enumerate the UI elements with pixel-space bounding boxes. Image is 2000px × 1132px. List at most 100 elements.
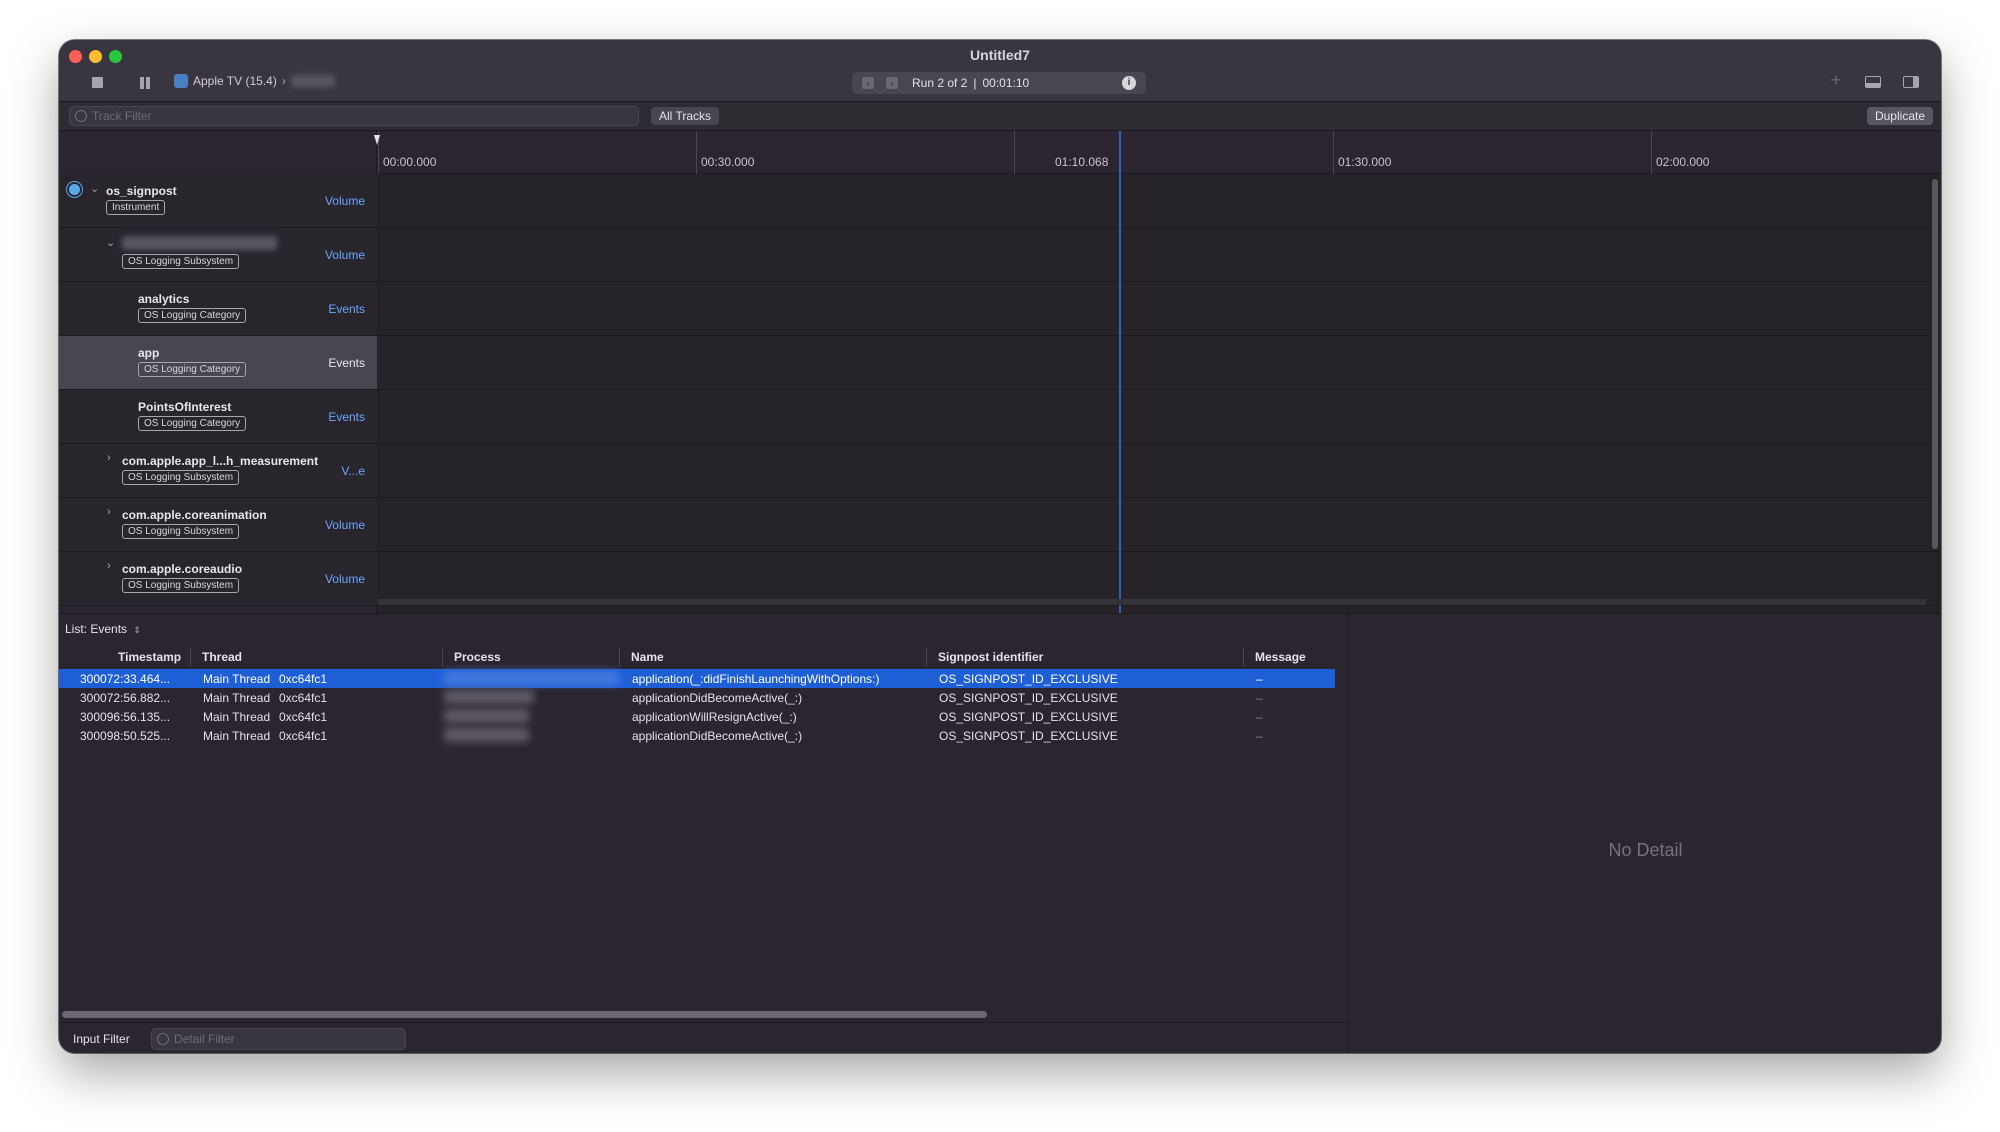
filter-bar: Track Filter All Tracks Duplicate: [59, 102, 1941, 131]
track-label: ⌄ os_signpost Instrument Volume: [59, 174, 377, 227]
chevron-right-icon[interactable]: ›: [107, 506, 111, 518]
track-lane[interactable]: [378, 282, 1926, 335]
table-row[interactable]: 300072:56.882... Main Thread 0xc64fc1 ap…: [59, 688, 1335, 707]
column-divider[interactable]: [1243, 648, 1244, 666]
track-kind[interactable]: Volume: [325, 194, 365, 208]
detail-filter-placeholder: Detail Filter: [174, 1032, 235, 1046]
track-tag: OS Logging Category: [138, 308, 247, 323]
next-run-icon[interactable]: ›: [886, 77, 898, 89]
column-divider[interactable]: [926, 648, 927, 666]
cell-signpost-id: OS_SIGNPOST_ID_EXCLUSIVE: [939, 729, 1118, 743]
stop-icon[interactable]: [92, 77, 103, 88]
time-ruler[interactable]: 00:00.000 00:30.000 01:10.068 01:30.000 …: [378, 131, 1941, 174]
plus-icon[interactable]: +: [1830, 70, 1841, 91]
track-label: › com.apple.coreaudio OS Logging Subsyst…: [59, 552, 377, 605]
device-selector[interactable]: Apple TV (15.4) ›: [174, 74, 335, 88]
track-row-analytics[interactable]: analytics OS Logging Category Events: [59, 282, 1941, 336]
events-table: 300072:33.464... Main Thread 0xc64fc1 ap…: [59, 669, 1335, 987]
tick-label: 02:00.000: [1656, 155, 1710, 169]
column-divider[interactable]: [442, 648, 443, 666]
track-lane[interactable]: [378, 174, 1926, 227]
cell-name: application(_:didFinishLaunchingWithOpti…: [632, 672, 880, 686]
blurred-target: [290, 75, 335, 87]
run-label: Run 2 of 2: [912, 76, 968, 90]
track-kind[interactable]: Volume: [325, 248, 365, 262]
no-detail-label: No Detail: [1608, 840, 1683, 860]
all-tracks-button[interactable]: All Tracks: [651, 107, 720, 125]
cell-thread-id: 0xc64fc1: [279, 729, 328, 743]
ruler-tick: 01:30.000: [1333, 131, 1391, 174]
cell-message: –: [1256, 691, 1263, 705]
track-row-coreanimation[interactable]: › com.apple.coreanimation OS Logging Sub…: [59, 498, 1941, 552]
track-lane[interactable]: [378, 228, 1926, 281]
track-lane[interactable]: [378, 390, 1926, 443]
table-row[interactable]: 300098:50.525... Main Thread 0xc64fc1 ap…: [59, 726, 1335, 745]
table-row[interactable]: 300096:56.135... Main Thread 0xc64fc1 ap…: [59, 707, 1335, 726]
track-tag: OS Logging Category: [138, 416, 247, 431]
duplicate-button[interactable]: Duplicate: [1866, 107, 1933, 125]
window-title: Untitled7: [970, 47, 1030, 63]
column-thread[interactable]: Thread: [202, 650, 242, 664]
appletv-icon: [174, 74, 188, 88]
column-message[interactable]: Message: [1255, 650, 1306, 664]
timeline-vertical-scrollbar[interactable]: [1932, 179, 1938, 549]
table-row[interactable]: 300072:33.464... Main Thread 0xc64fc1 ap…: [59, 669, 1335, 688]
timeline-horizontal-scrollbar[interactable]: [378, 599, 1926, 605]
track-kind[interactable]: V...e: [341, 464, 365, 478]
ruler-tick: 01:10.068: [1014, 131, 1108, 174]
run-selector[interactable]: ‹ › Run 2 of 2 | 00:01:10 i: [852, 72, 1146, 94]
column-divider[interactable]: [619, 648, 620, 666]
track-kind[interactable]: Events: [328, 302, 365, 316]
track-row-app-launch-measurement[interactable]: › com.apple.app_l...h_measurement OS Log…: [59, 444, 1941, 498]
track-kind[interactable]: Volume: [325, 572, 365, 586]
os-signpost-icon: [67, 182, 82, 197]
inspection-cursor[interactable]: [1119, 131, 1121, 613]
cell-timestamp: 300072:33.464...: [80, 672, 171, 686]
track-row-points-of-interest[interactable]: PointsOfInterest OS Logging Category Eve…: [59, 390, 1941, 444]
track-row-subsystem[interactable]: ⌄ OS Logging Subsystem Volume: [59, 228, 1941, 282]
column-timestamp[interactable]: Timestamp: [118, 650, 181, 664]
column-process[interactable]: Process: [454, 650, 501, 664]
blurred-subsystem-name: [122, 236, 277, 250]
bottom-panel-icon[interactable]: [1865, 76, 1881, 88]
disclosure-icon[interactable]: ⌄: [106, 236, 115, 249]
disclosure-icon[interactable]: ⌄: [90, 182, 99, 195]
track-lane[interactable]: [378, 444, 1926, 497]
column-divider[interactable]: [190, 648, 191, 666]
cell-message: –: [1256, 729, 1263, 743]
cell-thread: Main Thread: [203, 672, 271, 686]
track-row-app[interactable]: app OS Logging Category Events: [59, 336, 1941, 390]
track-filter-placeholder: Track Filter: [92, 109, 152, 123]
track-lane[interactable]: [378, 498, 1926, 551]
track-kind[interactable]: Volume: [325, 518, 365, 532]
track-label: › com.apple.coreanimation OS Logging Sub…: [59, 498, 377, 551]
ruler-tick: 00:30.000: [696, 131, 754, 174]
cell-name: applicationWillResignActive(_:): [632, 710, 797, 724]
inspection-time-label: 01:10.068: [1055, 155, 1109, 169]
track-filter-input[interactable]: Track Filter: [69, 106, 639, 126]
chevron-right-icon[interactable]: ›: [107, 452, 111, 464]
track-lane[interactable]: [378, 336, 1926, 389]
cell-name: applicationDidBecomeActive(_:): [632, 729, 803, 743]
column-signpost-id[interactable]: Signpost identifier: [938, 650, 1043, 664]
cell-thread: Main Thread: [203, 691, 271, 705]
track-kind[interactable]: Events: [328, 410, 365, 424]
chevron-right-icon[interactable]: ›: [107, 560, 111, 572]
track-lane[interactable]: [378, 552, 1926, 605]
track-row-coreaudio[interactable]: › com.apple.coreaudio OS Logging Subsyst…: [59, 552, 1941, 606]
input-filter-button[interactable]: Input Filter: [73, 1032, 130, 1046]
track-row-os-signpost[interactable]: ⌄ os_signpost Instrument Volume: [59, 174, 1941, 228]
track-kind[interactable]: Events: [328, 356, 365, 370]
right-panel-icon[interactable]: [1903, 76, 1919, 88]
column-name[interactable]: Name: [631, 650, 664, 664]
list-mode-selector[interactable]: List: Events ⇕: [65, 622, 141, 636]
blurred-process: [444, 671, 619, 685]
filter-icon: [75, 110, 87, 122]
info-icon[interactable]: i: [1122, 76, 1136, 90]
detail-filter-input[interactable]: Detail Filter: [151, 1028, 406, 1050]
track-label: › com.apple.app_l...h_measurement OS Log…: [59, 444, 377, 497]
pause-icon[interactable]: [139, 77, 151, 89]
filter-icon: [157, 1033, 169, 1045]
list-horizontal-scrollbar[interactable]: [62, 1011, 987, 1018]
prev-run-icon[interactable]: ‹: [862, 77, 874, 89]
